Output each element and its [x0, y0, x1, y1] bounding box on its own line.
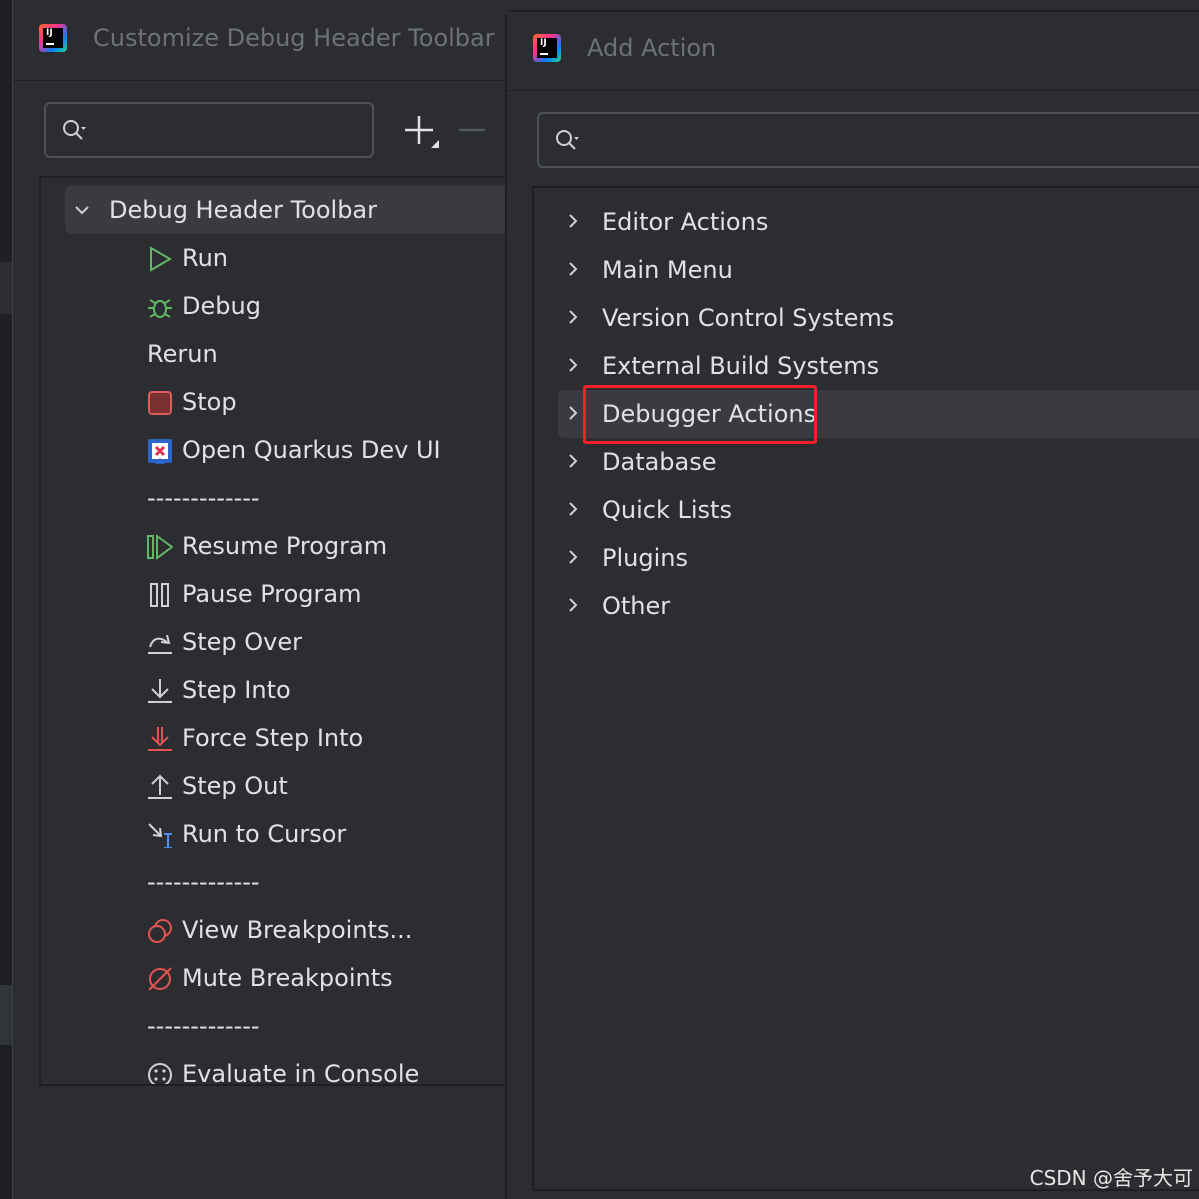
tree-group-database[interactable]: Database: [558, 438, 1199, 486]
resume-icon: [147, 534, 173, 560]
dialog-titlebar: IJ Customize Debug Header Toolbar: [13, 0, 513, 81]
dialog-titlebar: IJ Add Action: [507, 12, 1199, 91]
chevron-right-icon[interactable]: [564, 356, 582, 374]
dialog-title: Customize Debug Header Toolbar: [93, 24, 495, 52]
debug-icon: [148, 299, 172, 318]
chevron-right-icon[interactable]: [564, 308, 582, 326]
toolbar-search-input[interactable]: [44, 102, 374, 158]
tree-root-label: Debug Header Toolbar: [109, 196, 377, 224]
chevron-right-icon[interactable]: [564, 500, 582, 518]
tree-group-quick-lists[interactable]: Quick Lists: [558, 486, 1199, 534]
intellij-logo-icon: IJ: [39, 24, 67, 52]
tree-group-editor-actions[interactable]: Editor Actions: [558, 198, 1199, 246]
remove-action-button[interactable]: [459, 112, 499, 152]
customize-toolbar-dialog: IJ Customize Debug Header Toolbar Debug …: [12, 0, 513, 1199]
add-action-dialog: IJ Add Action Editor Actions Main Menu V…: [505, 10, 1199, 1199]
dialog-title: Add Action: [587, 34, 717, 62]
tree-group-external-build-systems[interactable]: External Build Systems: [558, 342, 1199, 390]
toolbar-actions-tree: Debug Header Toolbar Run Debug Rerun Sto…: [39, 176, 513, 1086]
chevron-down-icon[interactable]: [73, 201, 91, 219]
force-step-into-icon: [148, 727, 172, 751]
search-icon: [63, 120, 86, 140]
step-out-icon: [148, 774, 172, 799]
quarkus-icon: [148, 439, 172, 464]
view-breakpoints-icon: [148, 919, 172, 943]
tree-group-main-menu[interactable]: Main Menu: [558, 246, 1199, 294]
plus-icon: [405, 116, 439, 148]
stop-icon: [148, 391, 172, 415]
watermark-text: CSDN @舍予大可: [1029, 1166, 1193, 1190]
mute-breakpoints-icon: [148, 967, 172, 991]
chevron-right-icon[interactable]: [564, 260, 582, 278]
minus-icon: [459, 128, 485, 132]
run-to-cursor-icon: [148, 823, 172, 848]
search-icon: [556, 130, 579, 150]
run-icon: [150, 246, 172, 272]
chevron-right-icon[interactable]: [564, 452, 582, 470]
intellij-logo-icon: IJ: [533, 34, 561, 62]
step-into-icon: [148, 679, 172, 703]
chevron-right-icon[interactable]: [564, 212, 582, 230]
tree-root-debug-header-toolbar[interactable]: Debug Header Toolbar: [65, 186, 513, 234]
evaluate-icon: [148, 1063, 172, 1084]
tree-group-other[interactable]: Other: [558, 582, 1199, 630]
chevron-right-icon[interactable]: [564, 404, 582, 422]
chevron-right-icon[interactable]: [564, 548, 582, 566]
add-action-button[interactable]: [405, 112, 445, 152]
action-groups-tree: Editor Actions Main Menu Version Control…: [532, 186, 1199, 1191]
action-search-input[interactable]: [537, 112, 1199, 168]
annotation-highlight-box: [583, 385, 817, 444]
tree-group-plugins[interactable]: Plugins: [558, 534, 1199, 582]
tree-group-version-control-systems[interactable]: Version Control Systems: [558, 294, 1199, 342]
pause-icon: [150, 583, 169, 607]
step-over-icon: [148, 634, 172, 654]
chevron-right-icon[interactable]: [564, 596, 582, 614]
